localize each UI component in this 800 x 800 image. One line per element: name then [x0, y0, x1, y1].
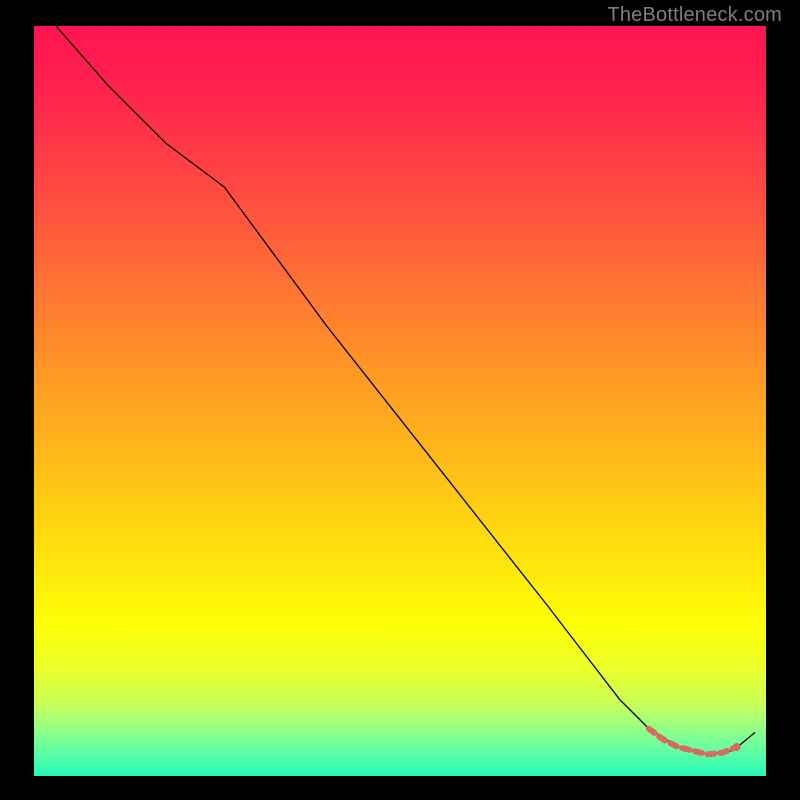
chart-overlay [34, 26, 766, 758]
plot-area [34, 26, 766, 776]
highlight-segment [649, 729, 737, 755]
end-marker-dot [733, 743, 741, 751]
chart-root: TheBottleneck.com [0, 0, 800, 800]
watermark-text: TheBottleneck.com [607, 4, 782, 27]
bottleneck-curve [56, 26, 755, 754]
